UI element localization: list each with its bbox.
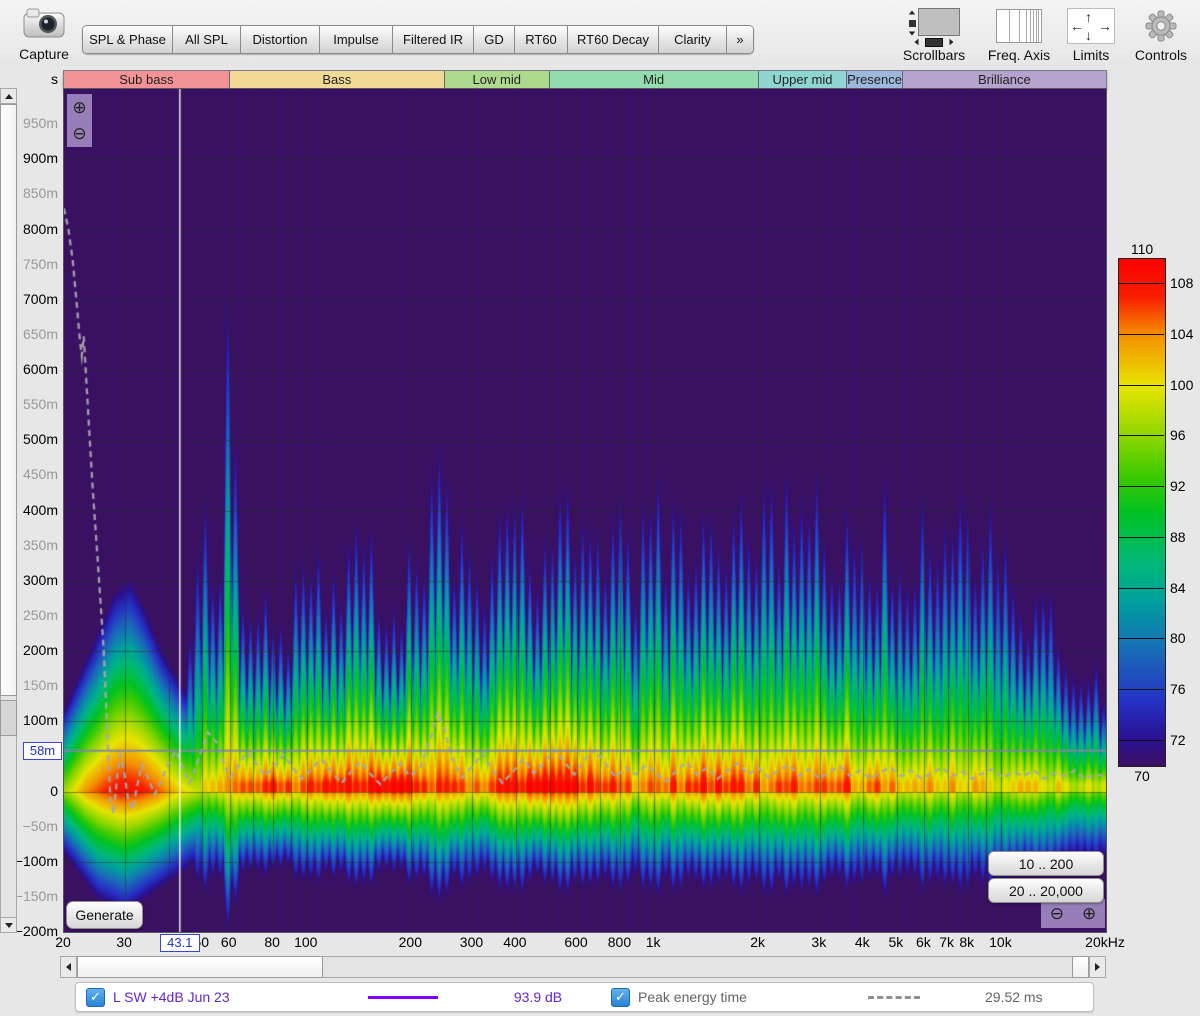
legend-bar: ✓ L SW +4dB Jun 23 93.9 dB ✓ Peak energy… bbox=[75, 982, 1094, 1012]
band-brilliance: Brilliance bbox=[903, 71, 1106, 88]
y-axis-unit: s bbox=[30, 71, 58, 87]
colorbar-tick-label: 84 bbox=[1170, 580, 1186, 596]
tab--[interactable]: » bbox=[727, 26, 753, 53]
colorbar-max-label: 110 bbox=[1118, 241, 1166, 257]
cursor-time-readout: 58m bbox=[23, 742, 62, 760]
freq-zoom-control: ⊖ ⊕ bbox=[1041, 899, 1105, 928]
peak-energy-value: 29.52 ms bbox=[985, 989, 1043, 1005]
trace-line-swatch bbox=[368, 996, 438, 999]
spectrogram-plot[interactable] bbox=[64, 89, 1106, 932]
peak-energy-label: Peak energy time bbox=[638, 989, 798, 1005]
time-range-button[interactable]: 10 .. 200 bbox=[988, 851, 1104, 876]
freq-range-button[interactable]: 20 .. 20,000 bbox=[988, 878, 1104, 903]
tool-label: Scrollbars bbox=[894, 47, 974, 63]
x-tick-label: 10k bbox=[970, 934, 1030, 950]
colorbar-tick-label: 92 bbox=[1170, 478, 1186, 494]
h-scrollbar-thumb[interactable] bbox=[77, 956, 323, 978]
capture-label: Capture bbox=[12, 46, 76, 62]
band-sub-bass: Sub bass bbox=[64, 71, 230, 88]
x-tick-label: 1k bbox=[623, 934, 683, 950]
colorbar-tick bbox=[1118, 435, 1164, 436]
colorbar-tick-label: 104 bbox=[1170, 326, 1193, 342]
colorbar-tick-label: 108 bbox=[1170, 275, 1193, 291]
tool-label: Freq. Axis bbox=[979, 47, 1059, 63]
band-mid: Mid bbox=[550, 71, 759, 88]
capture-button[interactable]: Capture bbox=[12, 6, 76, 62]
band-upper-mid: Upper mid bbox=[759, 71, 848, 88]
analyzer-window: Capture SPL & PhaseAll SPLDistortionImpu… bbox=[0, 0, 1200, 1016]
generate-button[interactable]: Generate bbox=[66, 901, 143, 929]
colorbar-tick bbox=[1118, 740, 1164, 741]
peak-energy-checkbox[interactable]: ✓ bbox=[611, 988, 630, 1007]
colorbar-tick-label: 96 bbox=[1170, 427, 1186, 443]
band-bass: Bass bbox=[230, 71, 445, 88]
tool-scrollbars[interactable]: Scrollbars bbox=[894, 8, 974, 63]
tool-controls[interactable]: Controls bbox=[1121, 8, 1200, 63]
colorbar-tick bbox=[1118, 537, 1164, 538]
toolbar: Capture SPL & PhaseAll SPLDistortionImpu… bbox=[0, 0, 1200, 66]
time-zoom-control: ⊕ ⊖ bbox=[67, 94, 92, 147]
colorbar-tick bbox=[1118, 638, 1164, 639]
tab-distortion[interactable]: Distortion bbox=[241, 26, 320, 53]
gear-icon bbox=[1121, 8, 1200, 44]
freq-axis-icon bbox=[979, 8, 1059, 44]
x-tick-label: 2k bbox=[728, 934, 788, 950]
tab-rt60[interactable]: RT60 bbox=[515, 26, 568, 53]
tool-limits[interactable]: ←→↑↓ Limits bbox=[1051, 8, 1131, 63]
peak-energy-dash-swatch bbox=[868, 996, 920, 999]
scroll-left-arrow[interactable] bbox=[60, 956, 77, 978]
tab-spl-phase[interactable]: SPL & Phase bbox=[83, 26, 173, 53]
camera-icon bbox=[21, 27, 67, 44]
colorbar-tick bbox=[1118, 283, 1164, 284]
colorbar-tick bbox=[1118, 334, 1164, 335]
cursor-freq-readout: 43.1 bbox=[160, 934, 200, 952]
tab-all-spl[interactable]: All SPL bbox=[173, 26, 241, 53]
colorbar-tick-label: 80 bbox=[1170, 630, 1186, 646]
trace-checkbox[interactable]: ✓ bbox=[86, 988, 105, 1007]
colorbar-tick bbox=[1118, 486, 1164, 487]
view-tab-bar: SPL & PhaseAll SPLDistortionImpulseFilte… bbox=[82, 25, 754, 54]
scroll-down-arrow[interactable] bbox=[0, 917, 17, 933]
x-tick-label: 400 bbox=[485, 934, 545, 950]
v-scrollbar-thumb[interactable] bbox=[0, 104, 17, 696]
colorbar-tick bbox=[1118, 689, 1164, 690]
frequency-band-strip: Sub bassBassLow midMidUpper midPresenceB… bbox=[63, 70, 1107, 89]
tab-gd[interactable]: GD bbox=[474, 26, 515, 53]
x-tick-label: 30 bbox=[94, 934, 154, 950]
plot-area bbox=[63, 88, 1107, 933]
colorbar-tick-label: 88 bbox=[1170, 529, 1186, 545]
colorbar-tick-label: 100 bbox=[1170, 377, 1193, 393]
scrollbars-icon bbox=[894, 8, 974, 44]
h-scrollbar-grip[interactable] bbox=[1072, 956, 1089, 978]
zoom-out-icon[interactable]: ⊖ bbox=[1050, 904, 1064, 924]
zoom-in-icon[interactable]: ⊕ bbox=[72, 98, 86, 118]
x-tick-label: 100 bbox=[276, 934, 336, 950]
tab-impulse[interactable]: Impulse bbox=[320, 26, 393, 53]
trace-spl-value: 93.9 dB bbox=[493, 989, 583, 1005]
band-presence: Presence bbox=[847, 71, 902, 88]
colorbar-min-label: 70 bbox=[1118, 768, 1166, 784]
trace-label: L SW +4dB Jun 23 bbox=[113, 989, 328, 1005]
x-tick-label: 20 bbox=[33, 934, 93, 950]
band-low-mid: Low mid bbox=[445, 71, 550, 88]
colorbar-tick bbox=[1118, 385, 1164, 386]
x-tick-label: 200 bbox=[380, 934, 440, 950]
tab-filtered-ir[interactable]: Filtered IR bbox=[393, 26, 474, 53]
limits-icon: ←→↑↓ bbox=[1051, 8, 1131, 44]
zoom-out-icon[interactable]: ⊖ bbox=[72, 124, 86, 144]
tool-label: Limits bbox=[1051, 47, 1131, 63]
colorbar-tick-label: 72 bbox=[1170, 732, 1186, 748]
v-scrollbar-grip[interactable] bbox=[0, 700, 17, 736]
tab-clarity[interactable]: Clarity bbox=[659, 26, 727, 53]
tool-label: Controls bbox=[1121, 47, 1200, 63]
tab-rt60-decay[interactable]: RT60 Decay bbox=[568, 26, 659, 53]
colorbar-tick-label: 76 bbox=[1170, 681, 1186, 697]
zoom-in-icon[interactable]: ⊕ bbox=[1082, 904, 1096, 924]
x-tick-label: 20kHz bbox=[1075, 934, 1135, 950]
scroll-right-arrow[interactable] bbox=[1089, 956, 1106, 978]
tool-freq-axis[interactable]: Freq. Axis bbox=[979, 8, 1059, 63]
scroll-up-arrow[interactable] bbox=[0, 88, 17, 104]
colorbar-tick bbox=[1118, 588, 1164, 589]
